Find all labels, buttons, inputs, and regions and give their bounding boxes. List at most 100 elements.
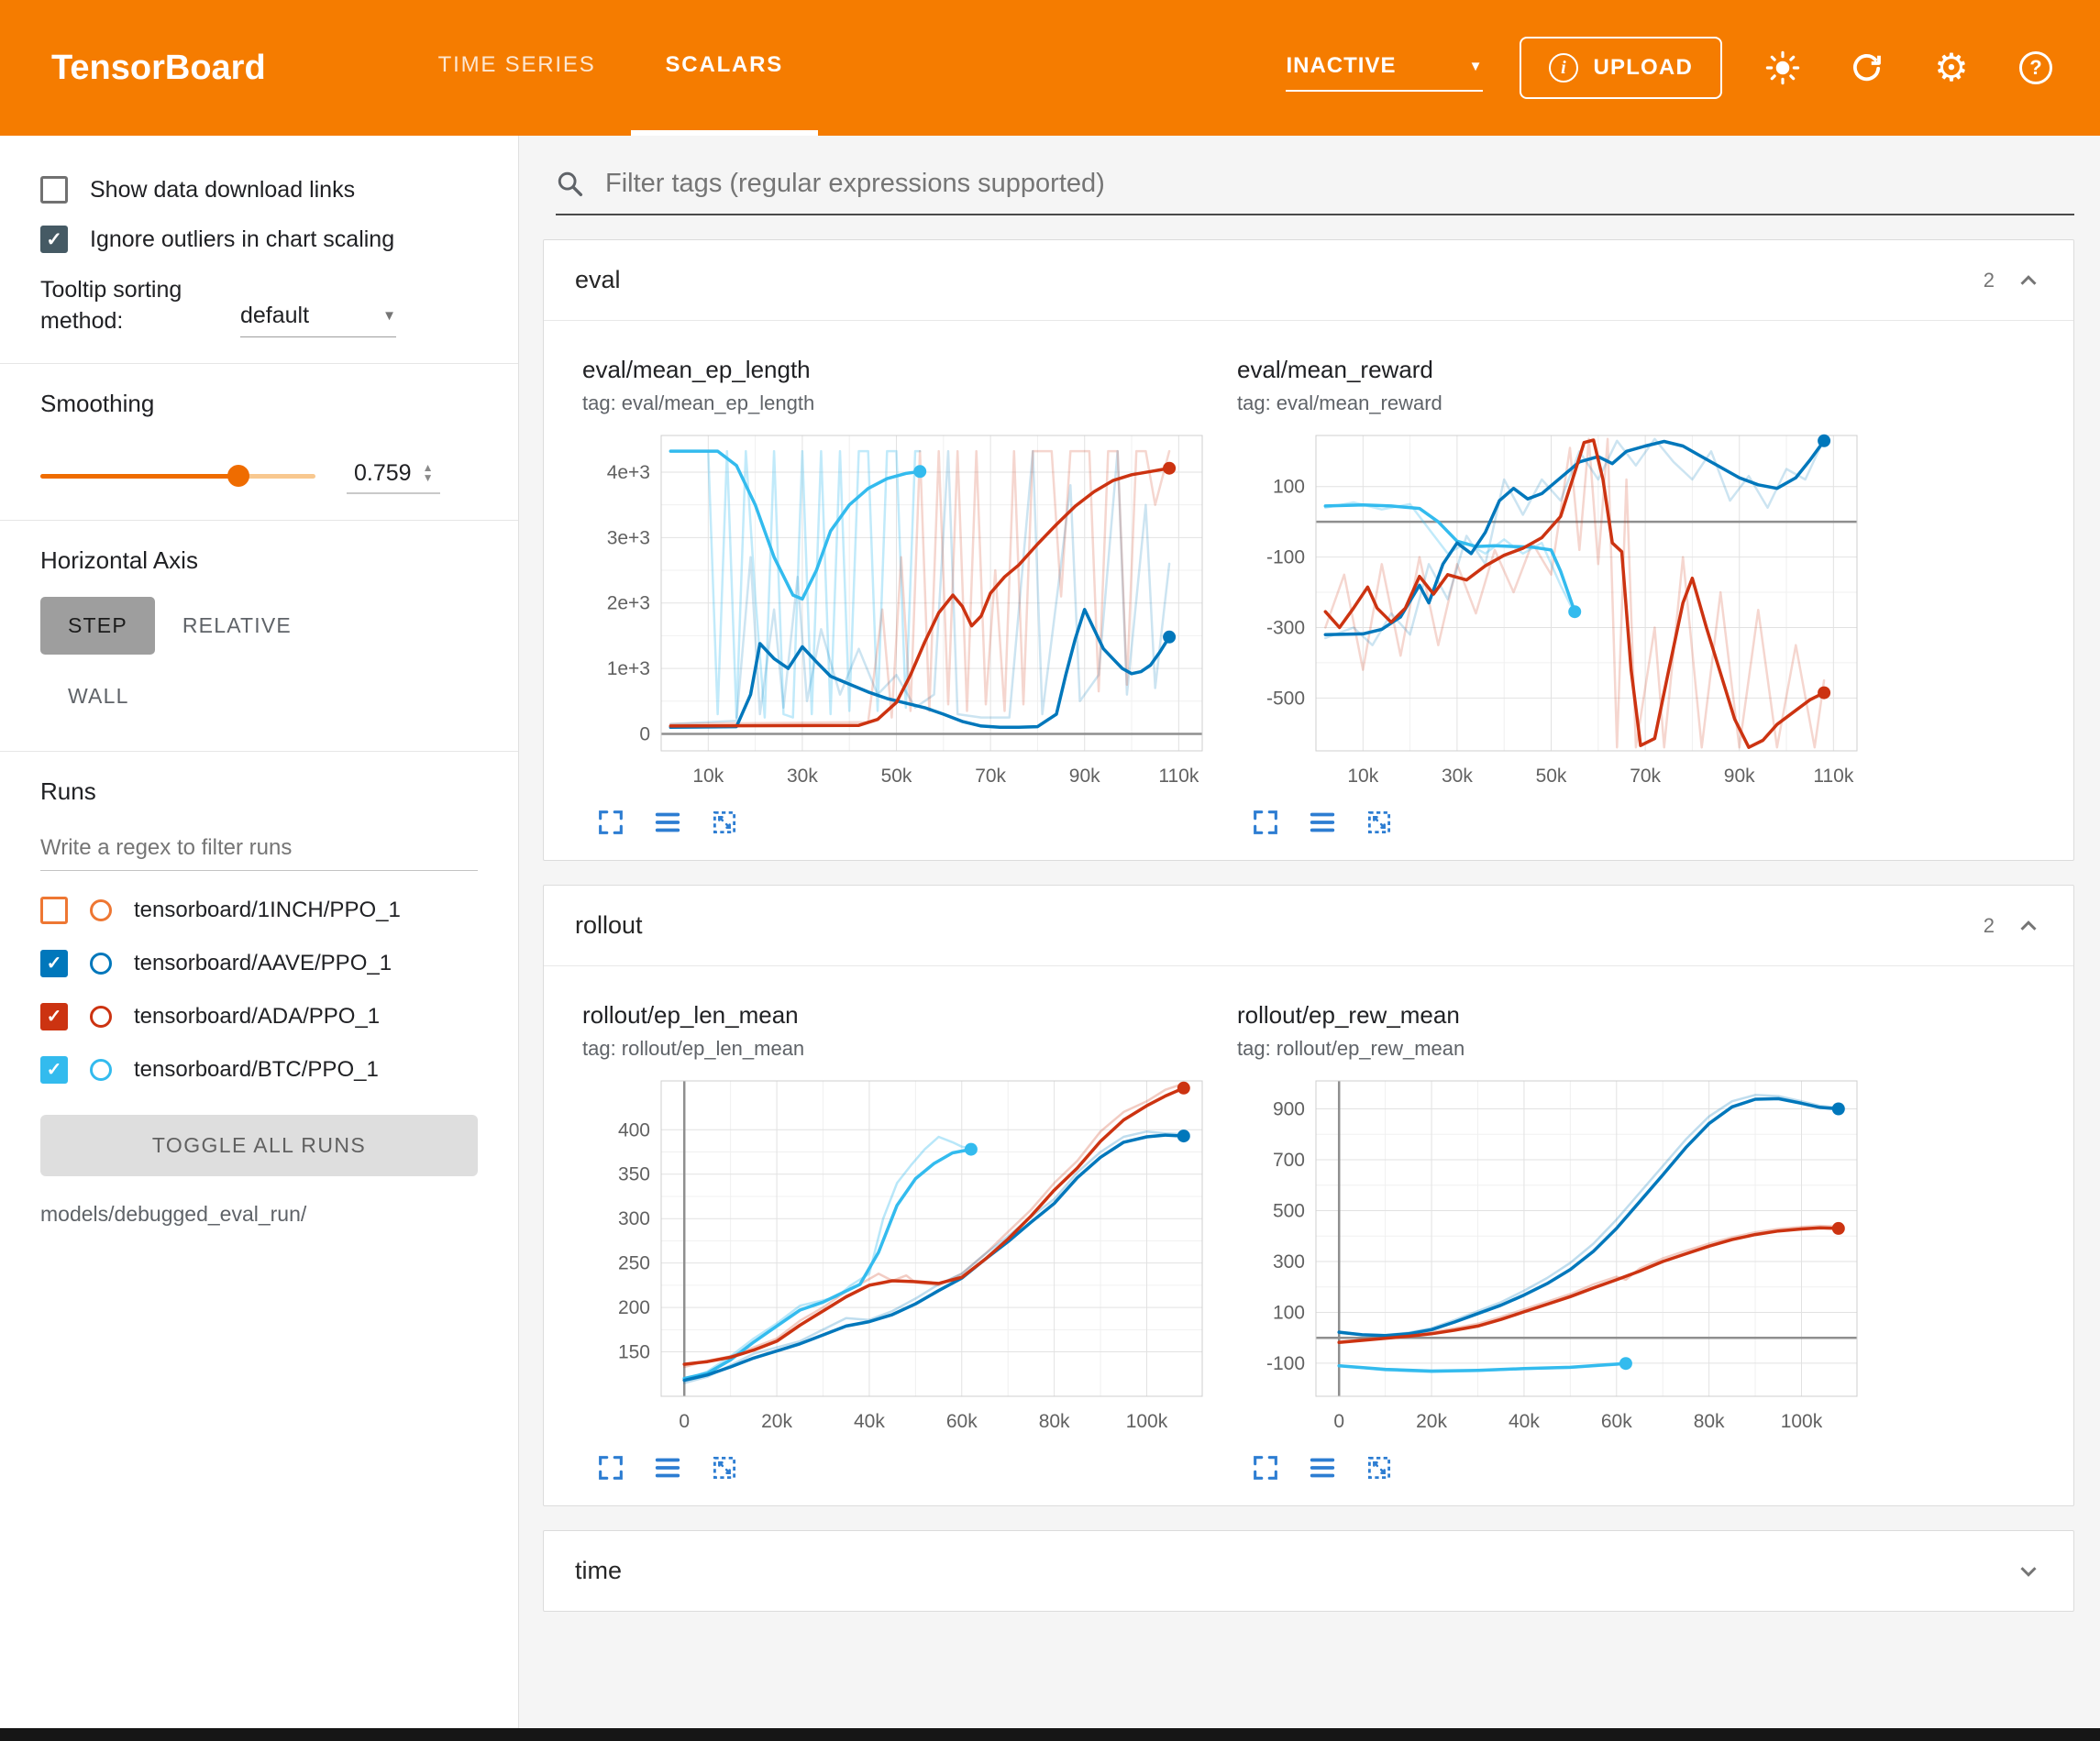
svg-text:250: 250 [618,1253,650,1274]
chart-fit-domain-button[interactable] [709,807,740,838]
option-show-download-links[interactable]: Show data download links [40,176,478,204]
run-color-swatch [90,899,112,921]
run-checkbox[interactable]: ✓ [40,1003,68,1030]
runs-filter-input[interactable] [40,826,478,871]
tooltip-sorting-label: Tooltip sorting method: [40,275,215,337]
chart-fullscreen-button[interactable] [1250,807,1281,838]
svg-text:100: 100 [1273,1302,1305,1323]
main-tabs: TIME SERIES SCALARS [403,0,818,136]
svg-text:60k: 60k [946,1411,978,1432]
svg-text:300: 300 [618,1208,650,1229]
svg-text:10k: 10k [692,766,724,787]
run-row-ada[interactable]: ✓ tensorboard/ADA/PPO_1 [40,1003,478,1030]
chart-tag: tag: eval/mean_reward [1237,391,1872,415]
svg-text:350: 350 [618,1164,650,1185]
chart-rollout-ep-rew-mean: rollout/ep_rew_mean tag: rollout/ep_rew_… [1237,1001,1872,1483]
chart-rollout-ep-len-mean: rollout/ep_len_mean tag: rollout/ep_len_… [582,1001,1217,1483]
line-chart-canvas[interactable]: 020k40k60k80k100k150200250300350400 [582,1072,1215,1438]
svg-text:-100: -100 [1266,547,1305,568]
line-chart-canvas[interactable]: 10k30k50k70k90k110k100-100-300-500 [1237,426,1870,793]
chart-fit-domain-button[interactable] [1364,1452,1395,1483]
section-rollout: rollout 2 rollout/ep_len_mean tag: rollo… [543,885,2074,1506]
chart-data-table-button[interactable] [1307,1452,1338,1483]
brightness-icon[interactable] [1759,44,1807,92]
tab-time-series[interactable]: TIME SERIES [403,0,631,136]
tooltip-sorting-select[interactable]: default ▼ [240,303,396,337]
run-color-swatch [90,1059,112,1081]
settings-sidebar: Show data download links ✓ Ignore outlie… [0,136,519,1728]
stepper-arrows-icon[interactable]: ▲▼ [423,463,434,483]
chevron-up-icon[interactable] [2015,912,2042,940]
axis-step-button[interactable]: STEP [40,597,155,655]
fit-to-view-icon [1364,1452,1395,1483]
svg-text:-500: -500 [1266,688,1305,709]
chart-title: eval/mean_reward [1237,356,1872,384]
section-title: eval [575,266,621,294]
section-eval-header[interactable]: eval 2 [544,240,2073,321]
upload-button[interactable]: i UPLOAD [1520,37,1722,99]
section-time: time [543,1530,2074,1612]
section-time-header[interactable]: time [544,1531,2073,1611]
svg-text:0: 0 [679,1411,690,1432]
fit-to-view-icon [709,1452,740,1483]
svg-text:90k: 90k [1069,766,1100,787]
smoothing-slider[interactable] [40,474,315,479]
svg-text:150: 150 [618,1342,650,1363]
run-checkbox[interactable] [40,897,68,924]
chart-fullscreen-button[interactable] [1250,1452,1281,1483]
svg-text:0: 0 [639,723,650,744]
help-icon[interactable]: ? [2012,44,2060,92]
refresh-icon[interactable] [1843,44,1891,92]
chevron-up-icon[interactable] [2015,267,2042,294]
svg-text:100k: 100k [1781,1411,1823,1432]
chart-data-table-button[interactable] [652,807,683,838]
chart-toolbar [1237,1443,1872,1483]
run-row-1inch[interactable]: tensorboard/1INCH/PPO_1 [40,897,478,924]
chart-data-table-button[interactable] [1307,807,1338,838]
chart-fullscreen-button[interactable] [595,807,626,838]
svg-text:2e+3: 2e+3 [607,593,650,614]
run-row-btc[interactable]: ✓ tensorboard/BTC/PPO_1 [40,1056,478,1084]
axis-wall-button[interactable]: WALL [40,667,157,725]
chart-toolbar [582,798,1217,838]
section-rollout-header[interactable]: rollout 2 [544,886,2073,966]
run-row-aave[interactable]: ✓ tensorboard/AAVE/PPO_1 [40,950,478,977]
checkbox-icon[interactable] [40,176,68,204]
status-dropdown[interactable]: INACTIVE ▼ [1286,53,1483,92]
chart-fit-domain-button[interactable] [1364,807,1395,838]
chart-fullscreen-button[interactable] [595,1452,626,1483]
option-ignore-outliers[interactable]: ✓ Ignore outliers in chart scaling [40,226,478,253]
toggle-all-runs-button[interactable]: TOGGLE ALL RUNS [40,1115,478,1176]
svg-text:100: 100 [1273,477,1305,498]
chart-eval-mean-ep-length: eval/mean_ep_length tag: eval/mean_ep_le… [582,356,1217,838]
line-chart-canvas[interactable]: 10k30k50k70k90k110k01e+32e+33e+34e+3 [582,426,1215,793]
info-icon: i [1549,53,1578,83]
chart-fit-domain-button[interactable] [709,1452,740,1483]
chevron-down-icon[interactable] [2015,1558,2042,1585]
chart-data-table-button[interactable] [652,1452,683,1483]
checkbox-icon[interactable]: ✓ [40,226,68,253]
fullscreen-icon [1250,807,1281,838]
run-color-swatch [90,1006,112,1028]
svg-text:20k: 20k [1416,1411,1447,1432]
runs-label: Runs [40,777,478,806]
section-eval: eval 2 eval/mean_ep_length tag: eval/mea… [543,239,2074,861]
settings-gear-icon[interactable]: ⚙ [1928,44,1975,92]
run-checkbox[interactable]: ✓ [40,950,68,977]
svg-text:700: 700 [1273,1150,1305,1171]
chart-eval-mean-reward: eval/mean_reward tag: eval/mean_reward 1… [1237,356,1872,838]
tab-scalars[interactable]: SCALARS [631,0,819,136]
smoothing-slider-thumb[interactable] [227,465,249,487]
chart-tag: tag: rollout/ep_rew_mean [1237,1037,1872,1061]
smoothing-value-input[interactable]: 0.759 ▲▼ [347,458,440,494]
lines-list-icon [652,807,683,838]
svg-text:900: 900 [1273,1099,1305,1120]
section-count: 2 [1984,269,1995,292]
smoothing-label: Smoothing [40,390,478,418]
tag-filter-input[interactable] [605,169,2074,199]
axis-relative-button[interactable]: RELATIVE [155,597,319,655]
run-checkbox[interactable]: ✓ [40,1056,68,1084]
chart-title: rollout/ep_len_mean [582,1001,1217,1030]
line-chart-canvas[interactable]: 020k40k60k80k100k-100100300500700900 [1237,1072,1870,1438]
status-dropdown-value: INACTIVE [1286,53,1396,79]
